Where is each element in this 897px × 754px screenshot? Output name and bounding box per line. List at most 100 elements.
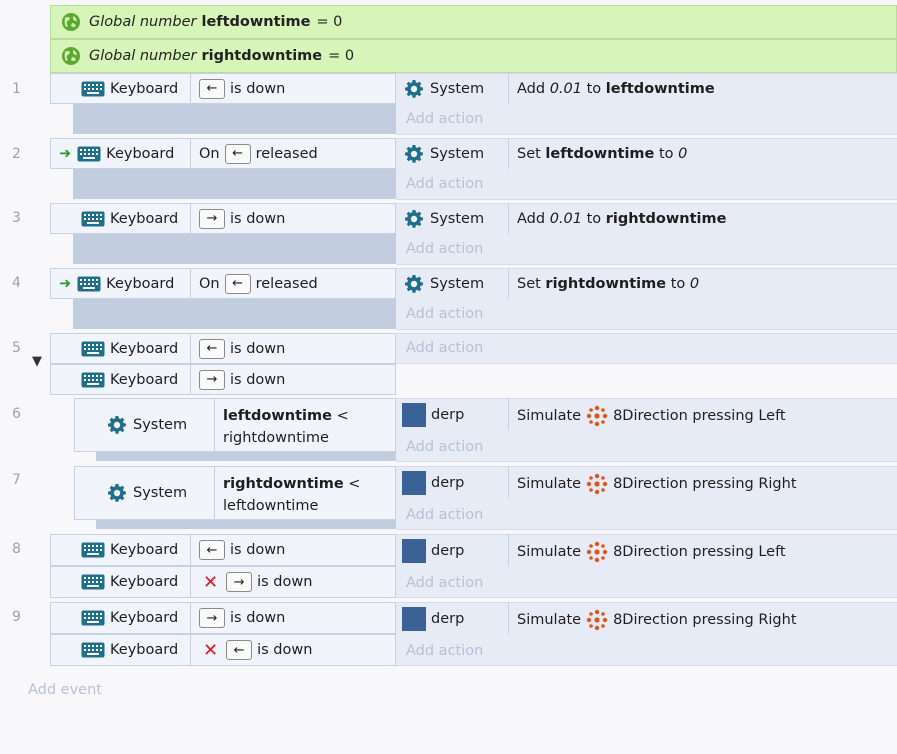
- action-object[interactable]: derp: [402, 471, 464, 495]
- condition-row[interactable]: ➜ Keyboard On ← released: [50, 268, 396, 299]
- condition-row[interactable]: Keyboard ✕ ← is down: [50, 634, 396, 666]
- condition-object[interactable]: Keyboard: [51, 567, 191, 597]
- condition-text[interactable]: ← is down: [191, 338, 286, 359]
- global-variable-leftdowntime[interactable]: Global number leftdowntime = 0: [50, 5, 897, 39]
- condition-object[interactable]: Keyboard: [51, 535, 191, 565]
- right-arrow-key: →: [226, 572, 253, 592]
- condition-object[interactable]: Keyboard: [51, 74, 191, 103]
- object-name: System: [430, 81, 485, 97]
- condition-row[interactable]: Keyboard ← is down: [50, 73, 396, 104]
- action-object[interactable]: derp: [402, 403, 464, 427]
- condition-area[interactable]: [73, 103, 396, 134]
- condition-area[interactable]: [73, 168, 396, 199]
- condition-object[interactable]: Keyboard: [51, 635, 191, 665]
- add-action-link[interactable]: Add action: [406, 507, 483, 523]
- action-object[interactable]: System: [404, 273, 484, 295]
- condition-text[interactable]: leftdowntime < rightdowntime: [215, 399, 349, 451]
- object-name: System: [430, 276, 485, 292]
- left-arrow-key: ←: [199, 78, 225, 99]
- condition-label: is down: [230, 340, 286, 357]
- condition-label: is down: [230, 210, 286, 227]
- condition-object[interactable]: ➜ Keyboard: [51, 139, 191, 168]
- action-param: 0.01: [549, 81, 582, 97]
- action-text[interactable]: Add 0.01 to rightdowntime: [517, 208, 726, 230]
- derp-sprite-icon: [402, 539, 426, 563]
- condition-row[interactable]: Keyboard ← is down: [50, 333, 396, 364]
- action-verb: Add: [517, 211, 550, 227]
- globe-icon: [61, 12, 81, 32]
- left-arrow-key: ←: [199, 338, 225, 359]
- condition-object[interactable]: Keyboard: [51, 603, 191, 633]
- 8direction-behavior-icon: [586, 541, 608, 563]
- condition-text[interactable]: ← is down: [191, 78, 285, 99]
- condition-text[interactable]: ✕ ← is down: [191, 640, 312, 661]
- condition-object[interactable]: ➜ Keyboard: [51, 269, 191, 298]
- action-text[interactable]: Simulate 8Direction pressing Right: [517, 609, 797, 631]
- add-action-link[interactable]: Add action: [406, 176, 483, 192]
- condition-text[interactable]: → is down: [191, 608, 285, 628]
- event-number: 6: [12, 406, 21, 422]
- condition-row[interactable]: ➜ Keyboard On ← released: [50, 138, 396, 169]
- condition-row[interactable]: System leftdowntime < rightdowntime: [74, 398, 396, 452]
- condition-object[interactable]: System: [75, 399, 215, 451]
- global-label: Global number: [89, 48, 197, 64]
- object-name: derp: [431, 543, 465, 559]
- action-text[interactable]: Set leftdowntime to 0: [517, 143, 687, 165]
- condition-row[interactable]: Keyboard → is down: [50, 364, 396, 395]
- action-text[interactable]: Simulate 8Direction pressing Left: [517, 541, 786, 563]
- condition-text[interactable]: rightdowntime < leftdowntime: [215, 467, 360, 519]
- action-text[interactable]: Add 0.01 to leftdowntime: [517, 78, 715, 100]
- action-object[interactable]: derp: [402, 607, 464, 631]
- object-name: System: [133, 417, 188, 433]
- condition-row[interactable]: Keyboard ✕ → is down: [50, 566, 396, 598]
- add-action-link[interactable]: Add action: [406, 643, 483, 659]
- global-variable-rightdowntime[interactable]: Global number rightdowntime = 0: [50, 39, 897, 73]
- 8direction-behavior-icon: [586, 473, 608, 495]
- action-object[interactable]: System: [404, 78, 484, 100]
- object-name: System: [133, 485, 188, 501]
- condition-object[interactable]: System: [75, 467, 215, 519]
- add-action-link[interactable]: Add action: [406, 241, 483, 257]
- right-arrow-key: →: [199, 208, 225, 229]
- action-divider: [508, 268, 509, 299]
- condition-text[interactable]: ✕ → is down: [191, 572, 312, 593]
- condition-area[interactable]: [73, 298, 396, 329]
- global-label: Global number: [89, 14, 197, 30]
- add-action-link[interactable]: Add action: [406, 340, 483, 356]
- action-object[interactable]: derp: [402, 539, 464, 563]
- derp-sprite-icon: [402, 403, 426, 427]
- action-text[interactable]: Set rightdowntime to 0: [517, 273, 699, 295]
- condition-text[interactable]: ← is down: [191, 540, 285, 560]
- action-object[interactable]: System: [404, 208, 484, 230]
- add-action-link[interactable]: Add action: [406, 306, 483, 322]
- condition-row[interactable]: System rightdowntime < leftdowntime: [74, 466, 396, 520]
- collapse-triangle-icon[interactable]: ▼: [32, 354, 42, 369]
- condition-object[interactable]: Keyboard: [51, 204, 191, 233]
- condition-object[interactable]: Keyboard: [51, 334, 191, 363]
- action-variable: rightdowntime: [605, 211, 727, 227]
- condition-object[interactable]: Keyboard: [51, 365, 191, 394]
- derp-sprite-icon: [402, 607, 426, 631]
- condition-row[interactable]: Keyboard → is down: [50, 203, 396, 234]
- condition-area[interactable]: [73, 233, 396, 264]
- condition-label: is down: [230, 610, 286, 626]
- action-text[interactable]: Simulate 8Direction pressing Right: [517, 473, 797, 495]
- object-name: Keyboard: [110, 610, 179, 626]
- add-action-link[interactable]: Add action: [406, 439, 483, 455]
- condition-text[interactable]: On ← released: [191, 143, 318, 164]
- right-arrow-key: →: [199, 369, 225, 390]
- condition-row[interactable]: Keyboard → is down: [50, 602, 396, 634]
- add-action-link[interactable]: Add action: [406, 111, 483, 127]
- global-value: = 0: [328, 48, 355, 64]
- condition-text[interactable]: On ← released: [191, 273, 318, 294]
- condition-row[interactable]: Keyboard ← is down: [50, 534, 396, 566]
- action-verb: Simulate: [517, 408, 582, 424]
- condition-label: is down: [257, 574, 313, 590]
- action-object[interactable]: System: [404, 143, 484, 165]
- add-action-link[interactable]: Add action: [406, 575, 483, 591]
- add-event-link[interactable]: Add event: [28, 682, 102, 698]
- condition-text[interactable]: → is down: [191, 369, 285, 390]
- 8direction-behavior-icon: [586, 609, 608, 631]
- action-text[interactable]: Simulate 8Direction pressing Left: [517, 405, 786, 427]
- condition-text[interactable]: → is down: [191, 208, 286, 229]
